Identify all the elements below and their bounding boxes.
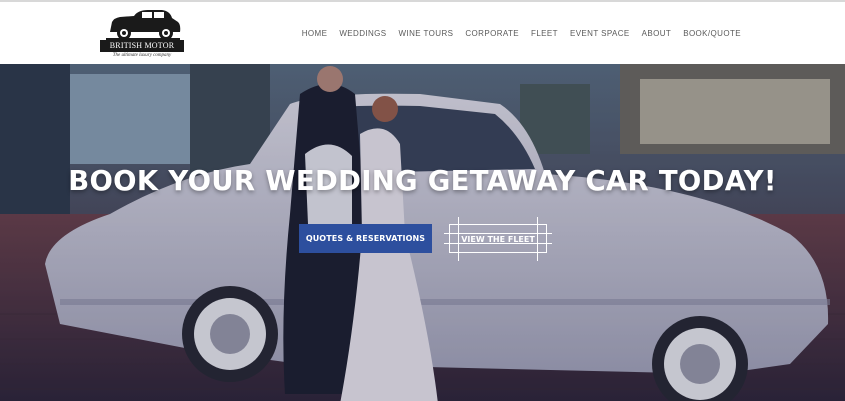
main-nav: HOME WEDDINGS WINE TOURS CORPORATE FLEET…: [302, 29, 741, 38]
quotes-reservations-button[interactable]: QUOTES & RESERVATIONS: [299, 224, 432, 253]
frame-corner-mark: [444, 233, 552, 234]
frame-corner-mark: [444, 243, 552, 244]
nav-item-corporate[interactable]: CORPORATE: [465, 29, 519, 38]
frame-corner-mark: [537, 217, 538, 261]
nav-item-event-space[interactable]: EVENT SPACE: [570, 29, 630, 38]
frame-corner-mark: [458, 217, 459, 261]
hero-section: BOOK YOUR WEDDING GETAWAY CAR TODAY! QUO…: [0, 64, 845, 401]
logo-brand-text: BRITISH MOTOR COACH: [100, 40, 184, 62]
view-fleet-button[interactable]: VIEW THE FLEET: [444, 217, 552, 261]
brand-logo[interactable]: BRITISH MOTOR COACH The ultimate luxury …: [100, 8, 186, 62]
site-header: BRITISH MOTOR COACH The ultimate luxury …: [0, 2, 845, 64]
nav-item-home[interactable]: HOME: [302, 29, 328, 38]
hero-headline: BOOK YOUR WEDDING GETAWAY CAR TODAY!: [68, 165, 777, 197]
nav-item-book-quote[interactable]: BOOK/QUOTE: [683, 29, 741, 38]
nav-item-about[interactable]: ABOUT: [642, 29, 672, 38]
nav-item-weddings[interactable]: WEDDINGS: [339, 29, 386, 38]
vintage-car-logo-icon: [106, 10, 181, 40]
nav-item-wine-tours[interactable]: WINE TOURS: [399, 29, 454, 38]
logo-tagline: The ultimate luxury company: [112, 53, 172, 58]
nav-item-fleet[interactable]: FLEET: [531, 29, 558, 38]
